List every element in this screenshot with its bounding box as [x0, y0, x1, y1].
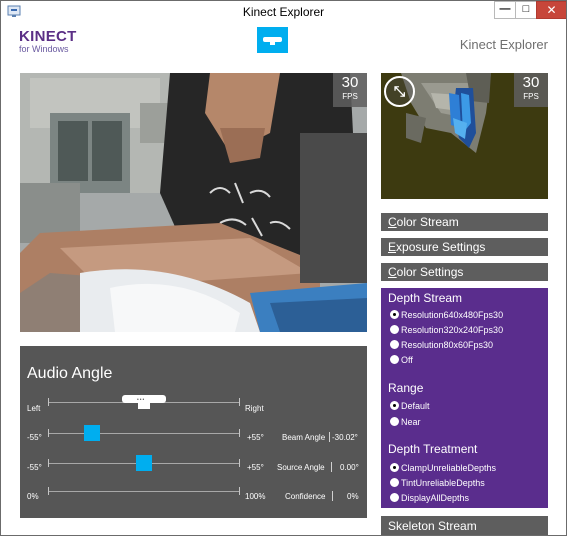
- source-tick-min: [48, 459, 49, 467]
- left-label: Left: [27, 404, 41, 413]
- confidence-divider: [332, 491, 333, 501]
- beam-min-label: -55°: [27, 433, 42, 442]
- color-settings-header[interactable]: Color Settings: [381, 263, 548, 281]
- radio-unselected-icon: [390, 340, 399, 349]
- radio-label: Resolution640x480Fps30: [401, 310, 504, 320]
- maximize-button[interactable]: □: [515, 1, 537, 19]
- radio-label: Near: [401, 417, 421, 427]
- depth-fps-badge: 30 FPS: [514, 73, 548, 107]
- color-camera-image: [20, 73, 367, 332]
- radio-resolution-640x480[interactable]: Resolution640x480Fps30: [390, 310, 503, 320]
- collapse-arrows-icon: ⤡: [393, 83, 406, 99]
- radio-label: Default: [401, 401, 430, 411]
- exposure-settings-header[interactable]: Exposure Settings: [381, 238, 548, 256]
- radio-unselected-icon: [390, 417, 399, 426]
- color-stream-header[interactable]: Color Stream: [381, 213, 548, 231]
- app-header: KINECT for Windows Kinect Explorer: [1, 23, 566, 63]
- audio-angle-panel: Audio Angle Left Right ••• -55° +55° Bea…: [20, 346, 367, 518]
- depth-stream-header[interactable]: Depth Stream: [388, 291, 462, 305]
- radio-clamp-unreliable[interactable]: ClampUnreliableDepths: [390, 463, 496, 473]
- source-angle-indicator: [136, 455, 152, 471]
- right-label: Right: [245, 404, 264, 413]
- color-fps-value: 30: [341, 74, 359, 91]
- beam-max-label: +55°: [247, 433, 264, 442]
- color-fps-unit: FPS: [342, 92, 358, 101]
- radio-range-default[interactable]: Default: [390, 401, 430, 411]
- kinect-sensor-icon[interactable]: [257, 27, 288, 53]
- close-button[interactable]: ✕: [536, 1, 566, 19]
- radio-range-near[interactable]: Near: [390, 417, 421, 427]
- radio-label: Resolution80x60Fps30: [401, 340, 494, 350]
- kinect-sensor-base: [138, 403, 150, 409]
- beam-angle-value: -30.02°: [332, 433, 358, 442]
- depth-toggle-button[interactable]: ⤡: [384, 76, 415, 107]
- minimize-button[interactable]: —: [494, 1, 516, 19]
- radio-display-all[interactable]: DisplayAllDepths: [390, 493, 469, 503]
- confidence-tick-min: [48, 487, 49, 495]
- audio-angle-title: Audio Angle: [27, 365, 113, 382]
- kinect-sensor-icon: •••: [122, 395, 166, 403]
- beam-angle-indicator: [83, 425, 100, 441]
- beam-divider: [329, 432, 330, 442]
- radio-resolution-320x240[interactable]: Resolution320x240Fps30: [390, 325, 503, 335]
- kinect-logo: KINECT: [19, 28, 77, 45]
- depth-fps-unit: FPS: [523, 92, 539, 101]
- depth-stream-panel: Depth Stream Resolution640x480Fps30 Reso…: [381, 288, 548, 508]
- radio-resolution-off[interactable]: Off: [390, 355, 413, 365]
- title-bar: Kinect Explorer — □ ✕: [1, 1, 566, 23]
- radio-unselected-icon: [390, 493, 399, 502]
- radio-resolution-80x60[interactable]: Resolution80x60Fps30: [390, 340, 493, 350]
- beam-tick-max: [239, 429, 240, 437]
- color-camera-view: 30 FPS: [20, 73, 367, 332]
- confidence-track: [48, 491, 240, 492]
- confidence-value: 0%: [347, 492, 359, 501]
- sensor-stand: [270, 42, 275, 45]
- confidence-label: Confidence: [285, 492, 326, 501]
- confidence-min-label: 0%: [27, 492, 39, 501]
- radio-label: ClampUnreliableDepths: [401, 463, 497, 473]
- radio-unselected-icon: [390, 325, 399, 334]
- radio-label: DisplayAllDepths: [401, 493, 470, 503]
- radio-label: Resolution320x240Fps30: [401, 325, 504, 335]
- source-tick-max: [239, 459, 240, 467]
- kinect-logo-subtitle: for Windows: [19, 44, 69, 54]
- confidence-tick-max: [239, 487, 240, 495]
- depth-camera-view: ⤡ 30 FPS: [381, 73, 548, 199]
- direction-tick-left: [48, 398, 49, 406]
- header-title: Kinect Explorer: [459, 37, 548, 52]
- close-icon: ✕: [546, 3, 557, 17]
- beam-tick-min: [48, 429, 49, 437]
- beam-angle-label: Beam Angle: [282, 433, 326, 442]
- depth-treatment-heading: Depth Treatment: [388, 442, 478, 456]
- radio-unselected-icon: [390, 355, 399, 364]
- beam-track: [48, 433, 240, 434]
- source-divider: [331, 462, 332, 472]
- radio-label: Off: [401, 355, 413, 365]
- maximize-icon: □: [522, 3, 530, 15]
- kinect-explorer-window: Kinect Explorer — □ ✕ KINECT for Windows…: [0, 0, 567, 536]
- confidence-max-label: 100%: [245, 492, 266, 501]
- minimize-icon: —: [499, 3, 511, 15]
- radio-unselected-icon: [390, 478, 399, 487]
- range-heading: Range: [388, 381, 424, 395]
- source-min-label: -55°: [27, 463, 42, 472]
- source-max-label: +55°: [247, 463, 264, 472]
- window-title: Kinect Explorer: [242, 5, 325, 19]
- color-fps-badge: 30 FPS: [333, 73, 367, 107]
- radio-selected-icon: [390, 463, 399, 472]
- skeleton-stream-header[interactable]: Skeleton Stream: [381, 516, 548, 535]
- depth-fps-value: 30: [522, 74, 540, 91]
- source-angle-label: Source Angle: [277, 463, 325, 472]
- radio-selected-icon: [390, 310, 399, 319]
- direction-tick-right: [239, 398, 240, 406]
- radio-selected-icon: [390, 401, 399, 410]
- source-angle-value: 0.00°: [340, 463, 359, 472]
- radio-label: TintUnreliableDepths: [401, 478, 485, 488]
- radio-tint-unreliable[interactable]: TintUnreliableDepths: [390, 478, 485, 488]
